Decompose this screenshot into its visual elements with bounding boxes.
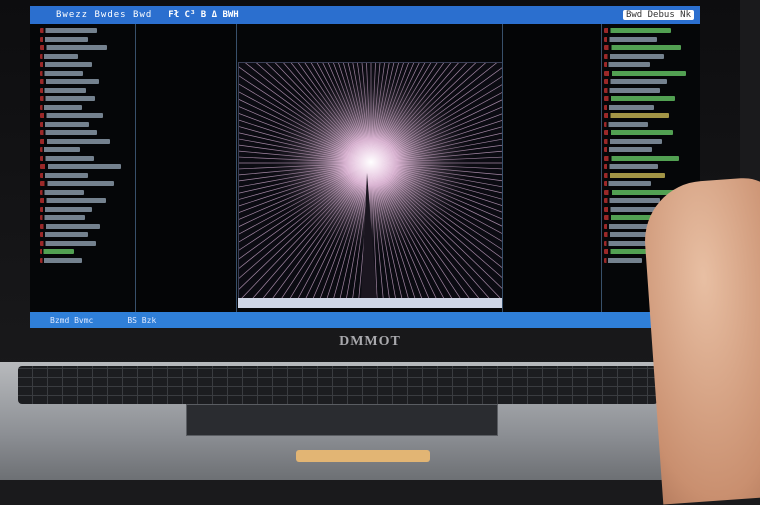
- code-line: [40, 164, 121, 169]
- code-line: [40, 62, 93, 67]
- code-line: [604, 164, 658, 169]
- code-line: [40, 223, 100, 229]
- code-line: [40, 121, 90, 127]
- code-line: [40, 79, 99, 84]
- code-line: [40, 198, 106, 203]
- code-line: [604, 87, 660, 93]
- code-line: [604, 53, 664, 59]
- status-left-text: Bzmd Bvmc: [50, 315, 94, 325]
- code-line: [40, 138, 111, 144]
- code-line: [40, 189, 84, 195]
- code-line: [604, 113, 670, 118]
- code-pane-left[interactable]: [34, 24, 136, 312]
- code-line: [604, 147, 652, 152]
- code-line: [604, 62, 651, 67]
- code-line: [604, 28, 672, 33]
- code-line: [604, 240, 650, 246]
- code-line: [604, 130, 674, 135]
- code-line: [40, 155, 95, 161]
- code-line: [604, 181, 652, 186]
- code-line: [604, 70, 686, 76]
- code-line: [40, 249, 75, 254]
- trackpad[interactable]: [186, 404, 498, 436]
- titlebar-right-button[interactable]: Bwd Debus Nk: [622, 10, 694, 20]
- code-line: [40, 87, 86, 93]
- keyboard[interactable]: [18, 366, 658, 404]
- status-right-text: BS Bzk: [127, 315, 157, 325]
- laptop-brand-logo: DMMOT: [339, 334, 401, 349]
- code-line: [40, 96, 96, 101]
- code-line: [604, 198, 660, 203]
- laptop-lid: Bwezz Bwdes Bwd Fł C³ B Δ BWH Bwd Debus …: [0, 0, 740, 372]
- titlebar-menu-text[interactable]: Fł C³ B Δ BWH: [168, 10, 238, 20]
- code-line: [40, 172, 88, 178]
- code-line: [40, 28, 97, 33]
- window-titlebar: Bwezz Bwdes Bwd Fł C³ B Δ BWH Bwd Debus …: [30, 6, 700, 24]
- code-line: [604, 121, 649, 127]
- code-line: [40, 104, 82, 110]
- viewer-scrollbar[interactable]: [238, 298, 502, 308]
- front-indicator-light: [296, 450, 430, 462]
- code-line: [40, 240, 97, 246]
- code-line: [40, 45, 107, 50]
- code-line: [604, 36, 657, 42]
- code-line: [40, 113, 103, 118]
- code-line: [40, 130, 97, 135]
- code-line: [40, 257, 82, 263]
- editor-pane-empty[interactable]: [136, 24, 237, 312]
- code-line: [604, 96, 676, 101]
- code-line: [604, 104, 654, 110]
- titlebar-left-text: Bwezz Bwdes Bwd: [56, 10, 153, 20]
- code-line: [40, 36, 88, 42]
- code-line: [40, 232, 89, 237]
- code-line: [604, 79, 668, 84]
- code-line: [40, 215, 85, 220]
- code-line: [40, 181, 115, 186]
- code-line: [40, 147, 80, 152]
- code-line: [604, 257, 643, 263]
- status-bar: Bzmd Bvmc BS Bzk: [30, 312, 700, 328]
- image-viewer[interactable]: [238, 62, 504, 300]
- laptop-screen: Bwezz Bwdes Bwd Fł C³ B Δ BWH Bwd Debus …: [30, 6, 700, 328]
- light-burst-icon: [239, 63, 503, 299]
- code-line: [40, 70, 83, 76]
- code-line: [604, 172, 666, 178]
- code-line: [604, 155, 679, 161]
- output-pane[interactable]: [502, 24, 602, 312]
- code-line: [40, 206, 93, 212]
- code-line: [40, 53, 78, 59]
- code-line: [604, 45, 681, 50]
- code-line: [604, 138, 662, 144]
